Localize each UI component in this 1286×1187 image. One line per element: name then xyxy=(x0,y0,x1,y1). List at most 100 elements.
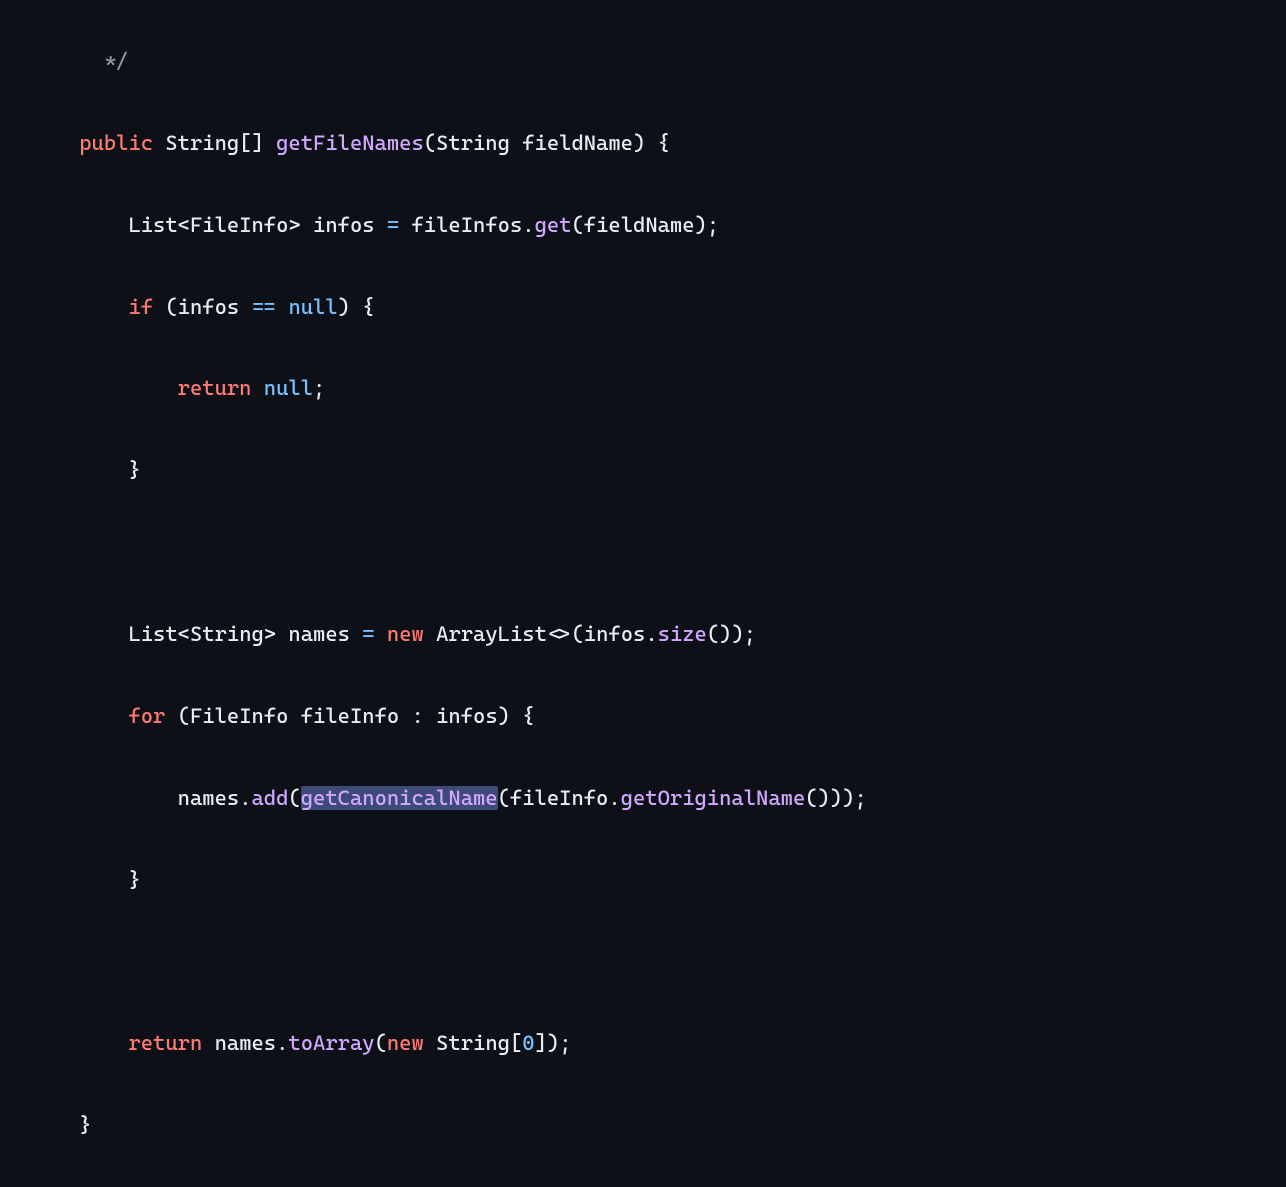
paren: ( xyxy=(165,295,177,319)
paren: ) xyxy=(731,622,743,646)
paren: ( xyxy=(375,1031,387,1055)
gt: > xyxy=(288,213,300,237)
dot: . xyxy=(608,786,620,810)
code-line: } xyxy=(30,1105,1256,1146)
keyword-new: new xyxy=(387,622,424,646)
parens: () xyxy=(805,786,830,810)
code-line-empty xyxy=(30,942,1256,983)
method-size: size xyxy=(658,622,707,646)
type-string: String xyxy=(190,622,264,646)
type-list: List xyxy=(128,622,177,646)
keyword-return: return xyxy=(178,376,252,400)
var-names: names xyxy=(215,1031,277,1055)
keyword-public: public xyxy=(79,131,153,155)
keyword-if: if xyxy=(128,295,153,319)
var-infos: infos xyxy=(436,704,498,728)
paren: ) xyxy=(498,704,510,728)
eq-eq: == xyxy=(252,295,277,319)
code-line: if (infos == null) { xyxy=(30,287,1256,328)
code-line: names.add(getCanonicalName(fileInfo.getO… xyxy=(30,778,1256,819)
semi: ; xyxy=(744,622,756,646)
param-name: fieldName xyxy=(522,131,633,155)
brackets: [] xyxy=(239,131,264,155)
null-literal: null xyxy=(264,376,313,400)
type-fileinfo: FileInfo xyxy=(190,213,288,237)
code-line: return names.toArray(new String[0]); xyxy=(30,1023,1256,1064)
paren: ) xyxy=(338,295,350,319)
var-fileinfos: fileInfos xyxy=(412,213,523,237)
paren: ( xyxy=(571,213,583,237)
type-list: List xyxy=(128,213,177,237)
method-toarray: toArray xyxy=(288,1031,374,1055)
semi: ; xyxy=(559,1031,571,1055)
null-literal: null xyxy=(288,295,337,319)
var-fileinfo: fileInfo xyxy=(510,786,608,810)
dot: . xyxy=(522,213,534,237)
brace: } xyxy=(128,458,140,482)
comment-close: */ xyxy=(92,49,129,73)
dot: . xyxy=(239,786,251,810)
highlighted-method: getCanonicalName xyxy=(301,786,498,810)
code-line-empty xyxy=(30,532,1256,573)
brace: } xyxy=(128,868,140,892)
brace: { xyxy=(362,295,374,319)
var-names: names xyxy=(288,622,350,646)
diamond: <> xyxy=(547,622,572,646)
brace: { xyxy=(522,704,534,728)
code-line: } xyxy=(30,860,1256,901)
method-name: getFileNames xyxy=(276,131,424,155)
method-get: get xyxy=(535,213,572,237)
type-string: String xyxy=(436,1031,510,1055)
brace: { xyxy=(658,131,670,155)
paren: ( xyxy=(178,704,190,728)
paren: ) xyxy=(842,786,854,810)
code-line: public String[] getFileNames(String fiel… xyxy=(30,123,1256,164)
brace: } xyxy=(79,1113,91,1137)
code-line: List<FileInfo> infos = fileInfos.get(fie… xyxy=(30,205,1256,246)
paren: ( xyxy=(288,786,300,810)
parens: () xyxy=(707,622,732,646)
paren: ( xyxy=(571,622,583,646)
type-fileinfo: FileInfo xyxy=(190,704,288,728)
keyword-for: for xyxy=(128,704,165,728)
arg-fieldname: fieldName xyxy=(584,213,695,237)
lt: < xyxy=(178,622,190,646)
colon: : xyxy=(411,704,423,728)
code-line: return null; xyxy=(30,368,1256,409)
dot: . xyxy=(645,622,657,646)
lt: < xyxy=(178,213,190,237)
code-line: */ xyxy=(30,41,1256,82)
var-infos: infos xyxy=(313,213,375,237)
equals: = xyxy=(362,622,374,646)
keyword-return: return xyxy=(128,1031,202,1055)
type-arraylist: ArrayList xyxy=(436,622,547,646)
paren: ( xyxy=(498,786,510,810)
var-names: names xyxy=(178,786,240,810)
code-line: } xyxy=(30,450,1256,491)
gt: > xyxy=(264,622,276,646)
paren: ) xyxy=(547,1031,559,1055)
semi: ; xyxy=(707,213,719,237)
method-add: add xyxy=(252,786,289,810)
var-infos: infos xyxy=(178,295,240,319)
paren: ( xyxy=(424,131,436,155)
dot: . xyxy=(276,1031,288,1055)
paren: ) xyxy=(695,213,707,237)
semi: ; xyxy=(313,376,325,400)
keyword-new: new xyxy=(387,1031,424,1055)
bracket: [ xyxy=(510,1031,522,1055)
bracket: ] xyxy=(535,1031,547,1055)
method-original: getOriginalName xyxy=(621,786,806,810)
code-line: for (FileInfo fileInfo : infos) { xyxy=(30,696,1256,737)
paren: ) xyxy=(830,786,842,810)
semi: ; xyxy=(854,786,866,810)
paren: ) xyxy=(633,131,645,155)
type-string: String xyxy=(165,131,239,155)
var-fileinfo: fileInfo xyxy=(301,704,399,728)
code-line: List<String> names = new ArrayList<>(inf… xyxy=(30,614,1256,655)
var-infos: infos xyxy=(584,622,646,646)
number-zero: 0 xyxy=(522,1031,534,1055)
equals: = xyxy=(387,213,399,237)
code-editor[interactable]: */ public String[] getFileNames(String f… xyxy=(0,0,1286,1187)
param-type: String xyxy=(436,131,510,155)
